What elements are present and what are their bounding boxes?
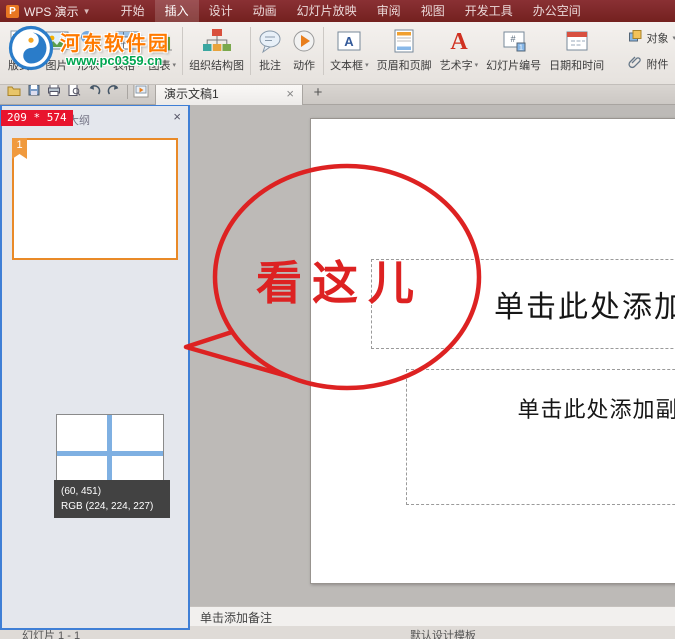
- menu-developer[interactable]: 开发工具: [455, 0, 523, 22]
- slide-thumbnail-1[interactable]: 1: [12, 138, 178, 260]
- wps-logo-icon[interactable]: P: [6, 4, 19, 18]
- folder-icon: [7, 83, 21, 102]
- menu-insert[interactable]: 插入: [154, 0, 199, 22]
- print-icon: [47, 83, 61, 102]
- org-chart-icon: [202, 27, 232, 55]
- slide-number-icon: #1: [501, 27, 527, 55]
- header-footer-icon: [391, 27, 417, 55]
- print-preview-icon: [67, 83, 81, 102]
- slide-number-tag: 1: [12, 138, 27, 159]
- layout-icon: [9, 27, 35, 55]
- crosshair-vertical-icon: [107, 415, 112, 481]
- menu-slideshow[interactable]: 幻灯片放映: [287, 0, 367, 22]
- svg-text:#: #: [510, 34, 515, 44]
- ribbon-item-table[interactable]: 表格 ▾: [109, 26, 145, 74]
- ribbon-insert-tab: 版式 ▾ 图片 形状 ▾ 表格 ▾ 图表 ▾ 组织结构图 批注 动作 A 文本框…: [0, 22, 675, 85]
- shapes-icon: [78, 27, 104, 55]
- panel-close-icon[interactable]: ×: [173, 109, 181, 124]
- slideshow-view-button[interactable]: [131, 82, 151, 101]
- picker-coords: (60, 451): [61, 486, 102, 497]
- template-name[interactable]: 默认设计模板: [410, 627, 476, 639]
- save-icon: [27, 83, 41, 102]
- new-tab-button[interactable]: +: [309, 83, 327, 101]
- title-placeholder-text: 单击此处添加标题: [494, 291, 675, 324]
- action-icon: [291, 27, 317, 55]
- ribbon-separator: [250, 27, 252, 75]
- app-name: WPS 演示: [24, 4, 79, 19]
- ribbon-item-slide-number[interactable]: #1 幻灯片编号: [482, 26, 545, 74]
- undo-button[interactable]: [84, 83, 104, 101]
- menu-review[interactable]: 审阅: [367, 0, 411, 22]
- ribbon-item-wordart[interactable]: A 艺术字 ▾: [436, 26, 483, 74]
- menu-animation[interactable]: 动画: [243, 0, 287, 22]
- menu-view[interactable]: 视图: [411, 0, 455, 22]
- open-button[interactable]: [4, 83, 24, 101]
- dropdown-caret-icon: ▾: [101, 62, 106, 69]
- subtitle-placeholder-text: 单击此处添加副标题: [517, 397, 675, 422]
- print-preview-button[interactable]: [64, 83, 84, 101]
- ribbon-item-comment[interactable]: 批注: [253, 26, 287, 74]
- color-picker-magnifier: [56, 414, 164, 482]
- titlebar: P WPS 演示 ▼ 开始 插入 设计 动画 幻灯片放映 审阅 视图 开发工具 …: [0, 0, 675, 22]
- picker-rgb: RGB (224, 224, 227): [61, 501, 154, 512]
- text-box-icon: A: [336, 27, 362, 55]
- ribbon-item-shapes[interactable]: 形状 ▾: [74, 26, 110, 74]
- attachment-icon: [628, 55, 642, 72]
- subtitle-placeholder[interactable]: 单击此处添加副标题: [406, 369, 675, 505]
- picture-icon: [44, 27, 70, 55]
- menu-design[interactable]: 设计: [199, 0, 243, 22]
- comment-icon: [257, 27, 283, 55]
- dropdown-caret-icon: ▾: [172, 62, 177, 69]
- app-menu-caret-icon[interactable]: ▼: [83, 7, 91, 16]
- slide[interactable]: 单击此处添加标题 单击此处添加副标题: [310, 118, 675, 584]
- title-placeholder[interactable]: 单击此处添加标题: [371, 259, 675, 349]
- capture-size-badge: 209 * 574: [1, 110, 73, 126]
- ribbon-item-text-box[interactable]: A 文本框 ▾: [326, 26, 373, 74]
- color-picker-tooltip: (60, 451) RGB (224, 224, 227): [54, 480, 170, 518]
- toolbar-separator: [127, 85, 128, 99]
- ribbon-item-action[interactable]: 动作: [287, 26, 321, 74]
- redo-icon: [107, 83, 121, 102]
- svg-text:A: A: [345, 34, 355, 49]
- dropdown-caret-icon: ▾: [365, 62, 369, 69]
- redo-button[interactable]: [104, 83, 124, 101]
- document-tab-label: 演示文稿1: [164, 87, 219, 101]
- menu-workspace[interactable]: 办公空间: [523, 0, 591, 22]
- wordart-icon: A: [446, 27, 472, 55]
- dropdown-caret-icon: ▾: [474, 62, 479, 69]
- ribbon-item-org-chart[interactable]: 组织结构图: [185, 26, 248, 74]
- tab-close-icon[interactable]: ×: [286, 87, 294, 100]
- ribbon-item-object[interactable]: 对象 ▾: [628, 29, 675, 46]
- wps-presentation-window: P WPS 演示 ▼ 开始 插入 设计 动画 幻灯片放映 审阅 视图 开发工具 …: [0, 0, 675, 639]
- dropdown-caret-icon: ▾: [137, 62, 141, 69]
- ribbon-item-date-time[interactable]: 日期和时间: [545, 26, 608, 74]
- svg-text:1: 1: [519, 45, 523, 52]
- slide-editor-canvas[interactable]: 单击此处添加标题 单击此处添加副标题: [186, 104, 675, 606]
- ribbon-right-group: 对象 ▾ 附件: [628, 29, 675, 72]
- undo-icon: [87, 83, 101, 102]
- ribbon-item-layout[interactable]: 版式 ▾: [4, 26, 40, 74]
- menu-home[interactable]: 开始: [111, 0, 155, 22]
- ribbon-item-header-footer[interactable]: 页眉和页脚: [373, 26, 436, 74]
- table-icon: [114, 27, 140, 55]
- svg-text:A: A: [450, 29, 468, 54]
- ribbon-item-picture[interactable]: 图片: [40, 26, 74, 74]
- ribbon-separator: [182, 27, 184, 75]
- ribbon-item-attachment[interactable]: 附件: [628, 55, 675, 72]
- date-time-icon: [564, 27, 590, 55]
- object-icon: [628, 29, 642, 46]
- save-button[interactable]: [24, 83, 44, 101]
- menu-bar: 开始 插入 设计 动画 幻灯片放映 审阅 视图 开发工具 办公空间: [111, 0, 591, 22]
- chart-icon: [149, 27, 175, 55]
- notes-pane[interactable]: 单击添加备注: [186, 606, 675, 627]
- notes-placeholder-text: 单击添加备注: [200, 610, 273, 625]
- slides-panel[interactable]: 幻灯片 大纲 × 209 * 574 1 (60, 451) RGB (224,…: [0, 104, 190, 630]
- dropdown-caret-icon: ▾: [32, 62, 36, 69]
- ribbon-item-chart[interactable]: 图表 ▾: [145, 26, 181, 74]
- print-button[interactable]: [44, 83, 64, 101]
- ribbon-separator: [323, 27, 325, 75]
